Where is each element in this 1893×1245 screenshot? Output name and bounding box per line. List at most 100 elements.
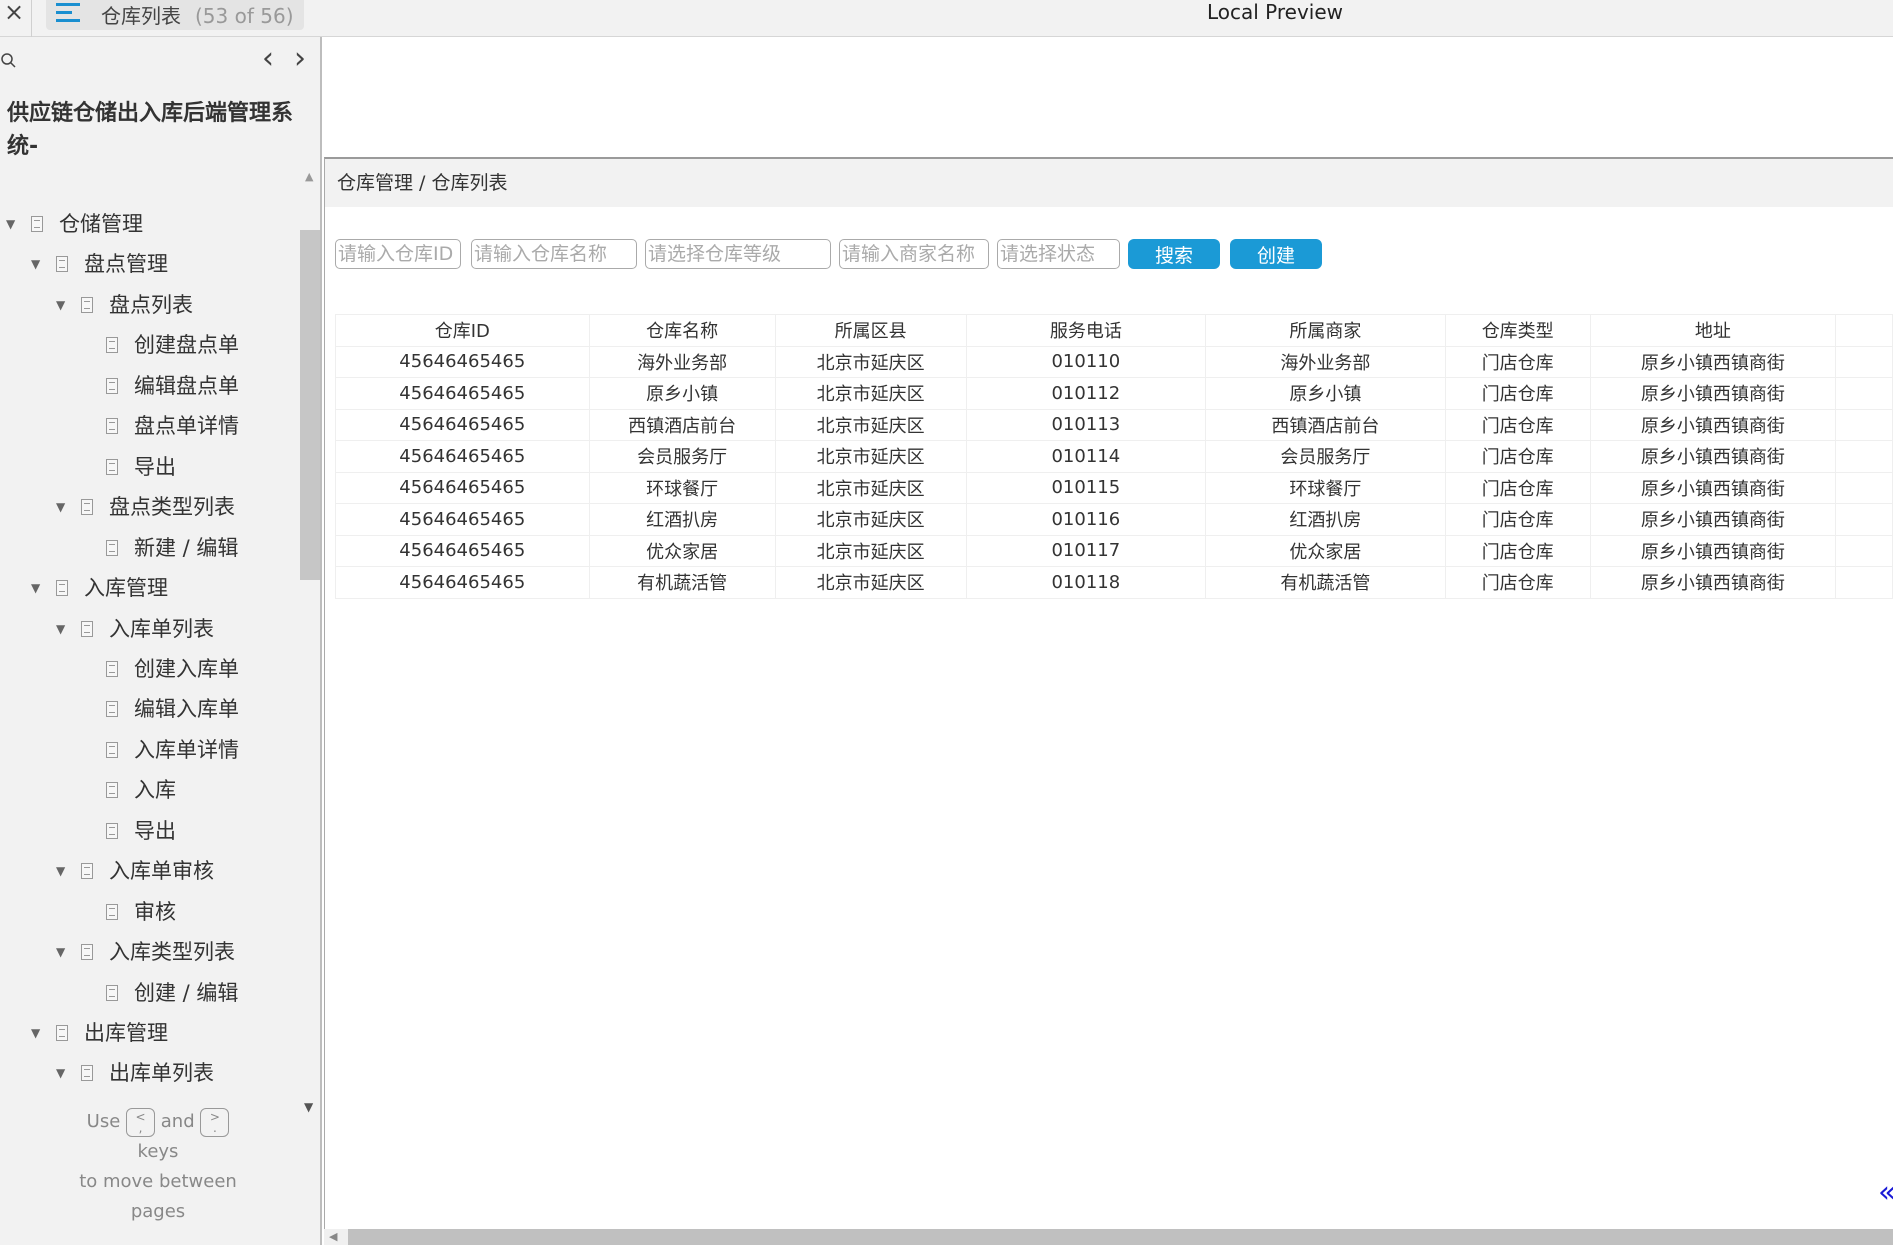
table-cell — [1834, 471, 1893, 504]
table-cell: 红酒扒房 — [1205, 503, 1446, 536]
page-tab[interactable]: 仓库列表 (53 of 56) — [46, 0, 304, 30]
page-count: (53 of 56) — [195, 4, 294, 28]
chevron-left-icon[interactable]: ‹ — [262, 41, 274, 76]
table-row: 45646465465 西镇酒店前台 北京市延庆区 010113 西镇酒店前台 门店仓库原… — [335, 408, 1893, 441]
scroll-up-icon[interactable]: ▲ — [305, 170, 313, 183]
sidebar-item-label: 入库单详情 — [134, 737, 239, 762]
status-select[interactable] — [997, 239, 1120, 269]
merchant-name-input[interactable] — [839, 239, 989, 269]
table-row: 45646465465 海外业务部 北京市延庆区 010110 海外业务部 门店仓库 原乡小… — [335, 345, 1893, 378]
table-cell: 门店仓库 — [1444, 503, 1591, 536]
table-cell: 北京市延庆区 — [774, 566, 967, 599]
table-cell — [1834, 534, 1893, 567]
document-icon — [106, 458, 118, 475]
expand-arrow-icon[interactable]: ▼ — [56, 853, 65, 889]
table-cell — [1834, 503, 1893, 536]
sidebar-item-label: 创建 / 编辑 — [134, 980, 239, 1005]
expand-arrow-icon[interactable]: ▼ — [56, 1055, 65, 1091]
table-cell — [1834, 408, 1893, 441]
table-cell: 原乡小镇 — [588, 377, 776, 410]
warehouse-id-input[interactable] — [335, 239, 461, 269]
document-icon — [81, 863, 93, 880]
table-cell: 010117 — [965, 534, 1207, 567]
column-header: 地址 — [1589, 314, 1836, 347]
sidebar-scrollbar[interactable]: ▲ ▼ — [300, 170, 320, 1122]
sidebar-item-label: 出库管理 — [84, 1021, 168, 1045]
sidebar-item-label: 编辑盘点单 — [134, 373, 239, 398]
table-row: 45646465465 有机蔬活管 北京市延庆区 010118 有机蔬活管 门店仓库 原乡小… — [335, 566, 1893, 599]
table-cell: 原乡小镇西镇商街 — [1589, 408, 1836, 441]
expand-arrow-icon[interactable]: ▼ — [56, 611, 65, 647]
breadcrumb: 仓库管理 / 仓库列表 — [325, 159, 1893, 207]
expand-arrow-icon[interactable]: ▼ — [56, 489, 65, 525]
search-icon[interactable] — [0, 52, 18, 70]
table-cell: 有机蔬活管 — [1205, 566, 1446, 599]
close-icon[interactable]: × — [4, 0, 24, 26]
warehouse-level-select[interactable] — [645, 239, 831, 269]
expand-arrow-icon[interactable]: ▼ — [31, 570, 40, 606]
document-icon — [81, 296, 93, 313]
table-cell: 45646465465 — [335, 377, 590, 410]
create-button[interactable]: 创建 — [1230, 239, 1322, 269]
table-cell: 原乡小镇西镇商街 — [1589, 566, 1836, 599]
menu-icon[interactable] — [56, 3, 80, 23]
table-cell — [1834, 345, 1893, 378]
sidebar-item-label: 创建盘点单 — [134, 333, 239, 358]
table-cell: 门店仓库 — [1444, 566, 1591, 599]
table-cell: 西镇酒店前台 — [588, 408, 776, 441]
document-icon — [106, 782, 118, 799]
table-cell — [1834, 440, 1893, 473]
column-header: 仓库ID — [335, 314, 590, 347]
document-icon — [106, 539, 118, 556]
table-cell: 门店仓库 — [1444, 345, 1591, 378]
scrollbar-thumb[interactable] — [348, 1229, 1893, 1245]
warehouse-name-input[interactable] — [471, 239, 637, 269]
expand-arrow-icon[interactable]: ▼ — [56, 287, 65, 323]
column-header: 仓库名称 — [588, 314, 776, 347]
table-cell: 北京市延庆区 — [774, 345, 967, 378]
warehouse-table: 仓库ID 仓库名称 所属区县 服务电话 所属商家 仓库类型 地址 45646465465 海外业… — [335, 314, 1893, 599]
scrollbar-thumb[interactable] — [300, 230, 320, 580]
table-row: 45646465465 会员服务厅 北京市延庆区 010114 会员服务厅 门店仓库 原乡小… — [335, 440, 1893, 473]
table-cell: 红酒扒房 — [588, 503, 776, 536]
column-header: 服务电话 — [965, 314, 1207, 347]
table-cell: 门店仓库 — [1444, 471, 1591, 504]
document-icon — [106, 984, 118, 1001]
sidebar-item-label: 入库单审核 — [109, 859, 214, 884]
table-cell: 海外业务部 — [588, 345, 776, 378]
document-icon — [106, 701, 118, 718]
table-cell: 010113 — [965, 408, 1207, 441]
search-button[interactable]: 搜索 — [1128, 239, 1220, 269]
preview-blank-area — [322, 37, 1893, 157]
collapse-icon[interactable]: « — [1878, 1175, 1893, 1210]
expand-arrow-icon[interactable]: ▼ — [31, 1015, 40, 1051]
expand-arrow-icon[interactable]: ▼ — [31, 246, 40, 282]
document-icon — [106, 741, 118, 758]
sidebar-item-label: 入库单列表 — [109, 616, 214, 641]
table-cell: 010116 — [965, 503, 1207, 536]
document-icon — [81, 499, 93, 516]
title-bar: × 仓库列表 (53 of 56) Local Preview — [0, 0, 1893, 37]
table-cell: 会员服务厅 — [588, 440, 776, 473]
scroll-left-icon[interactable]: ◀ — [329, 1230, 337, 1243]
table-cell: 45646465465 — [335, 534, 590, 567]
document-icon — [81, 944, 93, 961]
horizontal-scrollbar[interactable]: ◀ — [324, 1229, 1893, 1245]
sidebar-item-label: 盘点列表 — [109, 292, 193, 317]
expand-arrow-icon[interactable]: ▼ — [56, 934, 65, 970]
table-header: 仓库ID 仓库名称 所属区县 服务电话 所属商家 仓库类型 地址 — [335, 314, 1893, 347]
column-header — [1834, 314, 1893, 347]
sidebar-item-label: 出库单列表 — [109, 1061, 214, 1086]
expand-arrow-icon[interactable]: ▼ — [6, 206, 15, 242]
table-cell: 优众家居 — [1205, 534, 1446, 567]
chevron-right-icon[interactable]: › — [294, 41, 306, 76]
table-cell: 北京市延庆区 — [774, 471, 967, 504]
document-icon — [106, 418, 118, 435]
table-cell: 门店仓库 — [1444, 377, 1591, 410]
sidebar-item-label: 仓储管理 — [59, 212, 143, 236]
sidebar-item-label: 入库管理 — [84, 576, 168, 601]
document-icon — [106, 903, 118, 920]
column-header: 所属区县 — [774, 314, 967, 347]
navigation-hint: Use <, and >. keys to move between pages — [79, 1107, 237, 1222]
table-cell: 45646465465 — [335, 503, 590, 536]
